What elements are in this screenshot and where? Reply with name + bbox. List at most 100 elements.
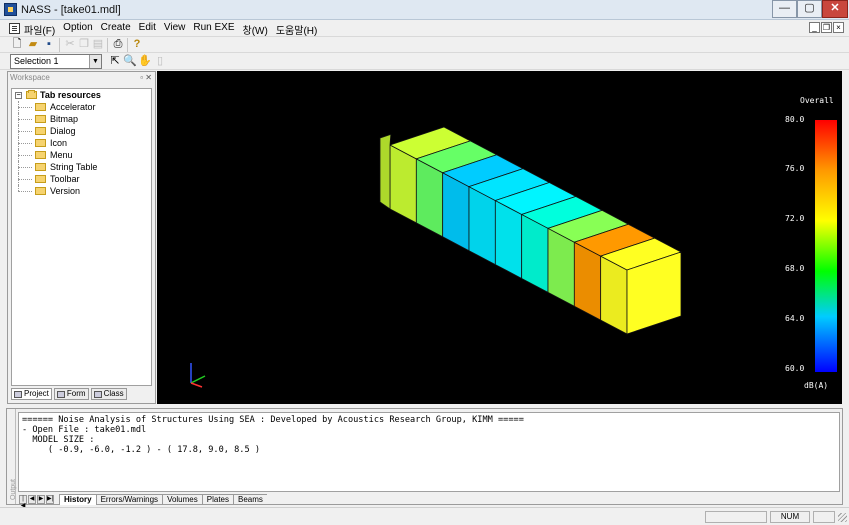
tab-volumes[interactable]: Volumes — [162, 494, 202, 505]
doc-close-icon[interactable]: × — [833, 22, 844, 33]
menu-edit[interactable]: Edit — [139, 22, 156, 37]
menu-bar: 파일(F) Option Create Edit View Run EXE 창(… — [0, 20, 849, 37]
log-line: MODEL SIZE : — [22, 435, 95, 445]
zoom-icon[interactable]: 🔍 — [123, 55, 137, 68]
tab-project-label: Project — [24, 389, 49, 398]
log-line: ( -0.9, -6.0, -1.2 ) - ( 17.8, 9.0, 8.5 … — [22, 445, 260, 455]
first-tab-icon[interactable]: |◀ — [19, 495, 27, 509]
workspace-controls[interactable]: ▫ ✕ — [140, 72, 152, 83]
tree-item-dialog[interactable]: Dialog — [12, 125, 151, 137]
new-file-icon[interactable]: 🗋 — [10, 38, 24, 51]
tree-item-label: Icon — [50, 138, 68, 148]
output-log[interactable]: ====== Noise Analysis of Structures Usin… — [18, 412, 840, 492]
disabled-tool-icon[interactable]: ▯ — [153, 55, 167, 68]
help-icon[interactable]: ? — [130, 38, 144, 51]
menu-view[interactable]: View — [164, 22, 186, 37]
print-icon[interactable]: ⎙ — [111, 38, 125, 51]
tree-item-label: Menu — [50, 150, 73, 160]
minimize-button[interactable]: — — [772, 0, 797, 18]
paste-icon[interactable]: ▤ — [91, 38, 105, 51]
tree-item-label: Dialog — [50, 126, 76, 136]
tree-item-menu[interactable]: Menu — [12, 149, 151, 161]
last-tab-icon[interactable]: ▶| — [46, 495, 54, 504]
log-line: - Open File : take01.mdl — [22, 425, 147, 435]
output-side-bar: Output — [7, 409, 18, 504]
tree-item-toolbar[interactable]: Toolbar — [12, 173, 151, 185]
colorbar-label: 72.0 — [785, 214, 805, 223]
menu-option[interactable]: Option — [63, 22, 92, 37]
tree-item-version[interactable]: Version — [12, 185, 151, 197]
collapse-toggle-icon[interactable]: − — [15, 92, 22, 99]
model-viewport[interactable]: Overall 80.0 76.0 72.0 68.0 64.0 60.0 dB… — [157, 71, 842, 404]
app-icon — [4, 3, 17, 16]
selection-dropdown[interactable]: Selection 1 ▼ — [10, 54, 102, 69]
doc-restore-icon[interactable]: ❐ — [821, 22, 832, 33]
colorbar-label: 76.0 — [785, 164, 805, 173]
form-icon — [56, 390, 65, 398]
model-canvas[interactable] — [157, 71, 842, 404]
pointer-select-icon[interactable]: ⇱ — [108, 55, 122, 68]
chevron-down-icon[interactable]: ▼ — [89, 55, 101, 68]
close-button[interactable]: ✕ — [822, 0, 848, 18]
menu-help[interactable]: 도움말(H) — [276, 22, 317, 37]
workspace-tabs: Project Form Class — [11, 388, 127, 400]
resource-tree: − Tab resources Accelerator Bitmap Dialo… — [11, 88, 152, 386]
tree-item-accelerator[interactable]: Accelerator — [12, 101, 151, 113]
tab-beams[interactable]: Beams — [232, 494, 267, 505]
folder-icon — [35, 187, 46, 195]
output-side-label: Output — [10, 478, 18, 501]
class-icon — [93, 390, 102, 398]
copy-icon[interactable]: ❐ — [77, 38, 91, 51]
tree-item-string-table[interactable]: String Table — [12, 161, 151, 173]
tree-item-label: Accelerator — [50, 102, 96, 112]
log-line: ====== Noise Analysis of Structures Usin… — [22, 415, 524, 425]
folder-icon — [35, 115, 46, 123]
selection-value: Selection 1 — [14, 56, 59, 66]
menu-window[interactable]: 창(W) — [243, 22, 268, 37]
next-tab-icon[interactable]: ▶ — [37, 495, 45, 504]
tree-item-label: String Table — [50, 162, 98, 172]
tree-item-bitmap[interactable]: Bitmap — [12, 113, 151, 125]
maximize-button[interactable]: ▢ — [797, 0, 822, 18]
save-icon[interactable]: ▪ — [42, 38, 56, 51]
menu-run-exe[interactable]: Run EXE — [193, 22, 234, 37]
pan-hand-icon[interactable]: ✋ — [138, 55, 152, 68]
colorbar-label: 60.0 — [785, 364, 805, 373]
tab-history[interactable]: History — [59, 494, 96, 505]
colorbar-label: 68.0 — [785, 264, 805, 273]
document-icon[interactable] — [9, 23, 20, 34]
doc-minimize-icon[interactable]: _ — [809, 22, 820, 33]
selection-toolbar: Selection 1 ▼ ⇱ 🔍 ✋ ▯ — [0, 54, 849, 70]
beam-start-face — [379, 133, 392, 210]
tab-project[interactable]: Project — [11, 388, 52, 400]
main-toolbar: 🗋 ▰ ▪ ✂ ❐ ▤ ⎙ ? — [0, 37, 849, 53]
beam-model — [379, 126, 683, 335]
tab-class[interactable]: Class — [90, 388, 127, 400]
tab-errors-warnings[interactable]: Errors/Warnings — [95, 494, 163, 505]
status-panel-small — [813, 511, 835, 523]
folder-icon — [35, 139, 46, 147]
status-bar: NUM — [0, 507, 849, 525]
menu-create[interactable]: Create — [101, 22, 131, 37]
colorbar-unit: dB(A) — [804, 381, 829, 390]
tab-plates[interactable]: Plates — [201, 494, 233, 505]
workspace-panel: Workspace ▫ ✕ − Tab resources Accelerato… — [7, 71, 156, 404]
tree-root[interactable]: − Tab resources — [12, 89, 151, 101]
tab-class-label: Class — [103, 389, 124, 398]
axis-triad-icon — [190, 363, 206, 388]
folder-icon — [35, 151, 46, 159]
tree-item-label: Toolbar — [50, 174, 80, 184]
tree-item-icon[interactable]: Icon — [12, 137, 151, 149]
resize-grip-icon[interactable] — [838, 513, 847, 522]
tab-nav-arrows: |◀ ◀ ▶ ▶| — [19, 495, 54, 509]
tree-root-label: Tab resources — [40, 90, 101, 100]
status-panel — [705, 511, 767, 523]
output-panel: Output ====== Noise Analysis of Structur… — [6, 408, 843, 509]
open-folder-icon[interactable]: ▰ — [26, 38, 40, 51]
tree-item-label: Bitmap — [50, 114, 79, 124]
prev-tab-icon[interactable]: ◀ — [28, 495, 36, 504]
tab-form[interactable]: Form — [53, 388, 89, 400]
workspace-header: Workspace ▫ ✕ — [8, 72, 155, 83]
menu-file[interactable]: 파일(F) — [24, 22, 55, 37]
cut-icon[interactable]: ✂ — [63, 38, 77, 51]
